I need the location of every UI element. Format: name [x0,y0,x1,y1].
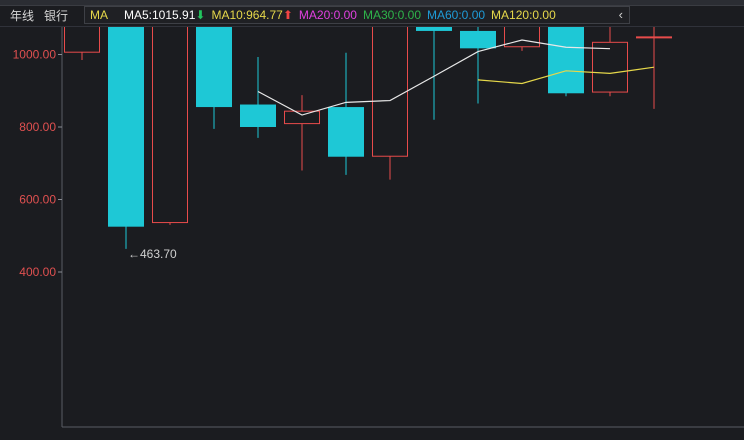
chevron-left-icon[interactable]: ‹ [619,7,623,23]
ma120-value: MA120:0.00 [491,8,556,22]
candle-body [372,27,408,157]
ma60-value: MA60:0.00 [427,8,486,22]
y-tick-label: 400.00 [19,265,56,279]
ma30-value: MA30:0.00 [362,8,421,22]
y-tick-label: 800.00 [19,120,56,134]
candle-body [416,27,452,31]
period-label[interactable]: 年线 [10,7,34,24]
ma-label[interactable]: MA [90,8,108,22]
candle-body [196,27,232,108]
ma5-text: MA5:1015.91 [124,8,196,22]
market-label[interactable]: 银行 [44,7,68,24]
candlestick-chart[interactable]: 400.00600.00800.001000.001200.001400.00←… [0,27,744,440]
candle-body [460,30,496,49]
candle-body [548,27,584,94]
candle-body [152,27,188,224]
candle-body [284,110,320,125]
candle-body [592,41,628,93]
chart-header: 年线 银行 MA MA5:1015.91⬇ MA10:964.77⬆ MA20:… [0,5,744,25]
candle-body [108,27,144,227]
candle-body [636,36,672,39]
candle-body [64,27,100,53]
ma5-value: MA5:1015.91⬇ [124,8,205,22]
extreme-value-label: ←463.70 [128,247,177,261]
candle-body [328,107,364,157]
ma10-value: MA10:964.77⬆ [211,8,292,22]
ma10-text: MA10:964.77 [211,8,283,22]
candle-body [240,104,276,127]
arrow-up-icon: ⬆ [282,8,293,22]
ma-indicator-bar: MA MA5:1015.91⬇ MA10:964.77⬆ MA20:0.00 M… [84,6,630,24]
y-tick-label: 600.00 [19,193,56,207]
ma20-value: MA20:0.00 [298,8,357,22]
y-tick-label: 1000.00 [13,48,57,62]
arrow-down-icon: ⬇ [195,8,206,22]
